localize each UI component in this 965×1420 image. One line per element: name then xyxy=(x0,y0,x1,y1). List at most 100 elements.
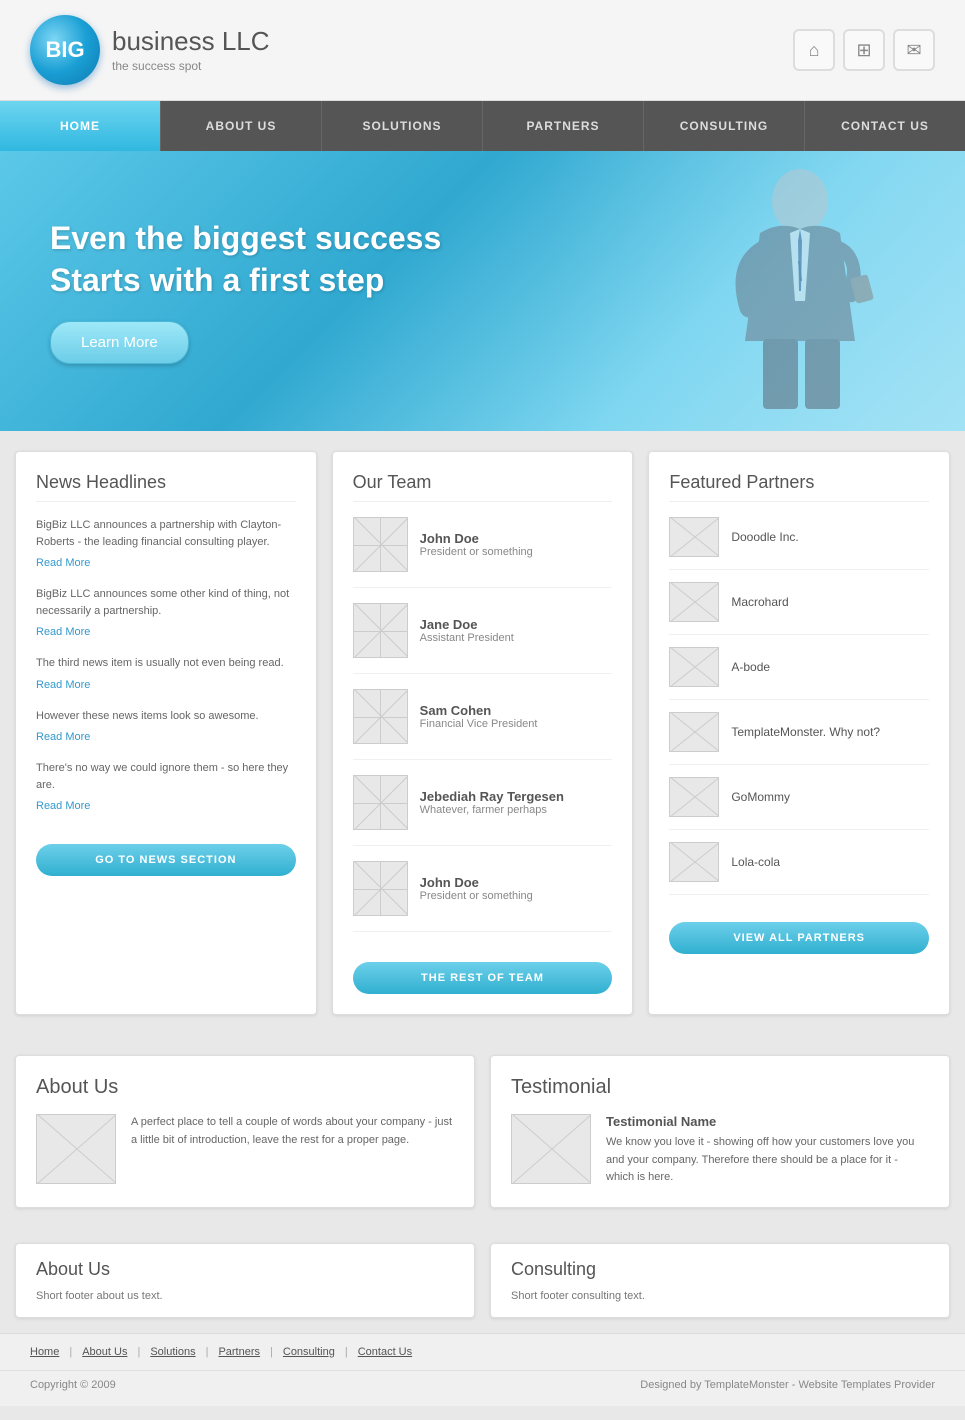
hero-text: Even the biggest success Starts with a f… xyxy=(50,218,441,364)
footer-nav-solutions[interactable]: Solutions xyxy=(150,1346,195,1358)
read-more-link[interactable]: Read More xyxy=(36,626,90,638)
footer-nav-home[interactable]: Home xyxy=(30,1346,59,1358)
rest-of-team-button[interactable]: THE REST OF TEAM xyxy=(353,962,613,994)
testimonial-title: Testimonial xyxy=(511,1076,929,1099)
member-title: Assistant President xyxy=(420,632,514,644)
team-photo xyxy=(353,603,408,658)
footer-credit-text: Designed by TemplateMonster - Website Te… xyxy=(640,1379,935,1391)
nav-about-us[interactable]: ABOUT US xyxy=(161,101,322,151)
team-member: Jebediah Ray Tergesen Whatever, farmer p… xyxy=(353,775,613,846)
partner-logo xyxy=(669,712,719,752)
footer-about-title: About Us xyxy=(36,1259,454,1280)
partner-logo xyxy=(669,582,719,622)
member-info: Sam Cohen Financial Vice President xyxy=(420,703,538,730)
partner-logo xyxy=(669,842,719,882)
partner-item: Lola-cola xyxy=(669,842,929,895)
member-info: John Doe President or something xyxy=(420,875,533,902)
partner-name: TemplateMonster. Why not? xyxy=(731,725,880,739)
team-photo xyxy=(353,517,408,572)
news-text: BigBiz LLC announces some other kind of … xyxy=(36,586,296,619)
footer-consulting-title: Consulting xyxy=(511,1259,929,1280)
hero-headline: Even the biggest success Starts with a f… xyxy=(50,218,441,301)
nav-solutions[interactable]: SOLUTIONS xyxy=(322,101,483,151)
team-photo xyxy=(353,861,408,916)
header-icons: ⌂ ⊞ ✉ xyxy=(793,29,935,71)
team-photo xyxy=(353,775,408,830)
three-column-section: News Headlines BigBiz LLC announces a pa… xyxy=(0,431,965,1035)
partner-item: A-bode xyxy=(669,647,929,700)
placeholder-image xyxy=(354,775,407,830)
team-card: Our Team John Doe President or something… xyxy=(332,451,634,1015)
partner-logo xyxy=(669,647,719,687)
logo-text: business LLC the success spot xyxy=(112,25,270,74)
footer: Copyright © 2009 Designed by TemplateMon… xyxy=(0,1370,965,1406)
member-info: Jebediah Ray Tergesen Whatever, farmer p… xyxy=(420,789,564,816)
footer-nav-contact[interactable]: Contact Us xyxy=(358,1346,412,1358)
placeholder-image xyxy=(354,517,407,572)
placeholder-image xyxy=(670,777,718,817)
separator: | xyxy=(206,1346,209,1358)
placeholder-image xyxy=(512,1114,590,1184)
partners-card: Featured Partners Dooodle Inc. Macrohard… xyxy=(648,451,950,1015)
partner-name: GoMommy xyxy=(731,790,790,804)
home-icon-button[interactable]: ⌂ xyxy=(793,29,835,71)
member-name: John Doe xyxy=(420,531,533,546)
testimonial-image xyxy=(511,1114,591,1184)
nav-partners[interactable]: PARTNERS xyxy=(483,101,644,151)
footer-nav-consulting[interactable]: Consulting xyxy=(283,1346,335,1358)
logo-icon[interactable]: BIG xyxy=(30,15,100,85)
company-name: business LLC xyxy=(112,25,270,59)
logo-area: BIG business LLC the success spot xyxy=(30,15,270,85)
partners-title: Featured Partners xyxy=(669,472,929,502)
partner-name: Lola-cola xyxy=(731,855,780,869)
news-text: There's no way we could ignore them - so… xyxy=(36,760,296,793)
partner-item: Dooodle Inc. xyxy=(669,517,929,570)
team-title: Our Team xyxy=(353,472,613,502)
hero-illustration xyxy=(605,161,905,421)
team-photo xyxy=(353,689,408,744)
footer-bottom-section: About Us Short footer about us text. Con… xyxy=(0,1228,965,1333)
read-more-link[interactable]: Read More xyxy=(36,679,90,691)
learn-more-button[interactable]: Learn More xyxy=(50,321,189,364)
footer-nav-about[interactable]: About Us xyxy=(82,1346,127,1358)
team-member: Sam Cohen Financial Vice President xyxy=(353,689,613,760)
footer-consulting-card: Consulting Short footer consulting text. xyxy=(490,1243,950,1318)
view-all-partners-button[interactable]: VIEW ALL PARTNERS xyxy=(669,922,929,954)
grid-icon-button[interactable]: ⊞ xyxy=(843,29,885,71)
placeholder-image xyxy=(670,517,718,557)
member-title: Financial Vice President xyxy=(420,718,538,730)
about-image xyxy=(36,1114,116,1184)
nav-contact-us[interactable]: CONTACT US xyxy=(805,101,965,151)
separator: | xyxy=(137,1346,140,1358)
news-item: The third news item is usually not even … xyxy=(36,655,296,693)
footer-about-text: Short footer about us text. xyxy=(36,1290,454,1302)
placeholder-image xyxy=(670,582,718,622)
about-content: A perfect place to tell a couple of word… xyxy=(36,1114,454,1184)
footer-nav-partners[interactable]: Partners xyxy=(218,1346,260,1358)
news-item: BigBiz LLC announces a partnership with … xyxy=(36,517,296,571)
member-title: Whatever, farmer perhaps xyxy=(420,804,564,816)
about-title: About Us xyxy=(36,1076,454,1099)
nav-home[interactable]: HOME xyxy=(0,101,161,151)
read-more-link[interactable]: Read More xyxy=(36,800,90,812)
testimonial-text: We know you love it - showing off how yo… xyxy=(606,1134,929,1187)
team-member: John Doe President or something xyxy=(353,861,613,932)
member-info: John Doe President or something xyxy=(420,531,533,558)
nav-consulting[interactable]: CONSULTING xyxy=(644,101,805,151)
testimonial-name: Testimonial Name xyxy=(606,1114,929,1129)
go-to-news-button[interactable]: GO TO NEWS SECTION xyxy=(36,844,296,876)
footer-about-card: About Us Short footer about us text. xyxy=(15,1243,475,1318)
footer-consulting-text: Short footer consulting text. xyxy=(511,1290,929,1302)
two-column-section: About Us A perfect place to tell a coupl… xyxy=(0,1035,965,1228)
news-item: There's no way we could ignore them - so… xyxy=(36,760,296,814)
partner-name: A-bode xyxy=(731,660,770,674)
read-more-link[interactable]: Read More xyxy=(36,557,90,569)
separator: | xyxy=(69,1346,72,1358)
copyright-text: Copyright © 2009 xyxy=(30,1379,116,1391)
read-more-link[interactable]: Read More xyxy=(36,731,90,743)
mail-icon-button[interactable]: ✉ xyxy=(893,29,935,71)
separator: | xyxy=(270,1346,273,1358)
news-card: News Headlines BigBiz LLC announces a pa… xyxy=(15,451,317,1015)
footer-nav: Home | About Us | Solutions | Partners |… xyxy=(0,1333,965,1370)
member-name: Jebediah Ray Tergesen xyxy=(420,789,564,804)
